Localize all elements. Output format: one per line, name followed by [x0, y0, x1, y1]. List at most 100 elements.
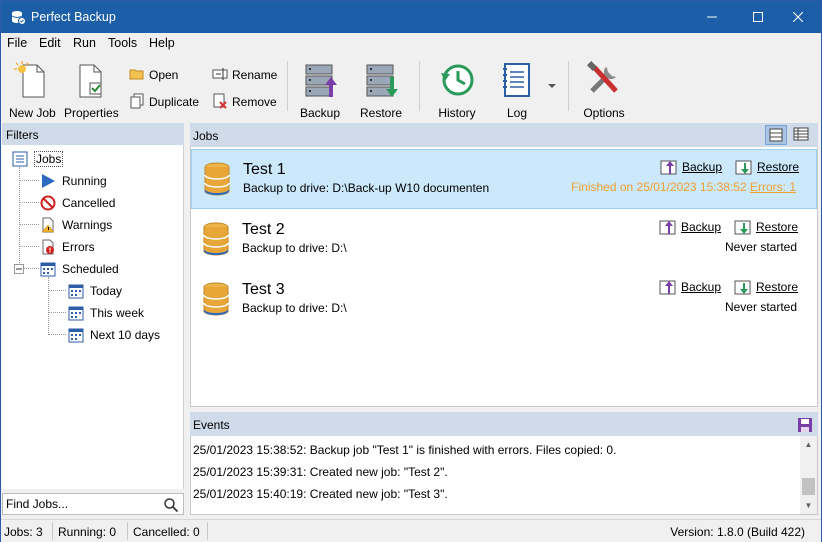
log-label: Log — [506, 106, 528, 120]
minimize-button[interactable] — [689, 1, 735, 33]
menu-help[interactable]: Help — [149, 36, 175, 50]
events-header: Events — [190, 412, 818, 436]
options-button[interactable]: Options — [582, 59, 626, 120]
backup-server-icon — [305, 64, 337, 97]
status-separator — [207, 522, 208, 540]
log-button[interactable]: Log — [495, 59, 539, 120]
calendar-icon — [40, 262, 56, 277]
job-row[interactable]: Test 2 Backup to drive: D:\ Backup Resto… — [191, 210, 817, 270]
folder-open-icon — [129, 69, 144, 80]
search-icon[interactable] — [163, 497, 179, 513]
job-description: Backup to drive: D:\ — [242, 301, 347, 315]
tree-connector — [19, 167, 20, 269]
job-row[interactable]: Test 3 Backup to drive: D:\ Backup Resto… — [191, 270, 817, 330]
tree-connector — [48, 277, 49, 335]
events-header-label: Events — [193, 418, 230, 432]
close-button[interactable] — [775, 1, 821, 33]
collapse-toggle[interactable] — [14, 263, 24, 274]
window-title: Perfect Backup — [31, 10, 116, 24]
menu-edit[interactable]: Edit — [39, 36, 61, 50]
job-name: Test 3 — [242, 281, 285, 298]
tools-icon — [587, 61, 618, 93]
event-row: 25/01/2023 15:40:19: Created new job: "T… — [193, 487, 448, 501]
filter-label: Cancelled — [62, 196, 116, 210]
find-jobs-box — [2, 493, 184, 515]
play-icon — [42, 174, 55, 188]
status-separator — [127, 522, 128, 540]
properties-button[interactable]: Properties — [64, 59, 119, 120]
scroll-up-arrow-icon[interactable]: ▲ — [800, 436, 817, 453]
view-large-button[interactable] — [765, 125, 787, 145]
options-label: Options — [583, 106, 625, 120]
database-icon — [203, 282, 229, 316]
calendar-icon — [68, 306, 84, 321]
error-document-icon — [42, 239, 54, 255]
restore-arrow-icon — [735, 160, 752, 175]
backup-arrow-icon — [660, 160, 677, 175]
duplicate-icon — [130, 93, 144, 109]
status-cancelled: Cancelled: 0 — [133, 525, 200, 539]
toolbar-separator — [568, 61, 569, 111]
tree-connector — [48, 290, 66, 291]
app-window: Perfect Backup File Edit Run Tools Help … — [0, 0, 822, 542]
filter-label: Errors — [62, 240, 95, 254]
cancel-icon — [40, 195, 56, 211]
minus-icon — [14, 264, 24, 274]
menu-file[interactable]: File — [7, 36, 27, 50]
job-backup-label: Backup — [681, 280, 722, 294]
scroll-thumb[interactable] — [802, 478, 815, 495]
event-row: 25/01/2023 15:38:52: Backup job "Test 1"… — [193, 443, 617, 457]
job-backup-label: Backup — [682, 160, 723, 174]
toolbar: New Job Properties Open Duplicate Rename — [1, 53, 821, 120]
tree-connector — [48, 334, 66, 335]
app-icon — [11, 11, 26, 25]
details-table-icon — [793, 127, 809, 141]
jobs-list: Test 1 Backup to drive: D:\Back-up W10 d… — [190, 147, 818, 407]
job-restore-label: Restore — [757, 160, 800, 174]
history-button[interactable]: History — [435, 59, 479, 120]
view-details-button[interactable] — [791, 125, 813, 145]
save-icon[interactable] — [797, 417, 813, 433]
filter-label: Today — [90, 284, 123, 298]
log-dropdown-icon[interactable] — [546, 81, 558, 91]
backup-button[interactable]: Backup — [298, 59, 342, 120]
toolbar-separator — [419, 61, 420, 111]
filters-tree: Jobs Running Cancelled Warnings Errors S… — [2, 145, 184, 489]
job-errors-link[interactable]: Errors: 1 — [750, 180, 796, 194]
restore-server-icon — [366, 64, 398, 97]
menu-tools[interactable]: Tools — [108, 36, 137, 50]
remove-icon — [213, 93, 227, 109]
job-restore-label: Restore — [756, 280, 799, 294]
menu-run[interactable]: Run — [73, 36, 96, 50]
title-bar[interactable]: Perfect Backup — [1, 1, 821, 33]
maximize-icon — [753, 12, 763, 22]
new-job-button[interactable]: New Job — [9, 59, 56, 120]
scroll-down-arrow-icon[interactable]: ▼ — [800, 497, 817, 514]
history-clock-icon — [441, 64, 474, 96]
tree-connector — [19, 224, 39, 225]
large-rows-icon — [769, 128, 783, 142]
job-restore-label: Restore — [756, 220, 799, 234]
job-row[interactable]: Test 1 Backup to drive: D:\Back-up W10 d… — [191, 149, 817, 209]
tree-connector — [48, 312, 66, 313]
filter-label: This week — [90, 306, 145, 320]
filter-label: Running — [62, 174, 107, 188]
remove-label: Remove — [232, 95, 277, 109]
events-scrollbar[interactable]: ▲ ▼ — [800, 436, 817, 514]
close-icon — [792, 11, 804, 23]
job-name: Test 2 — [242, 221, 285, 238]
find-jobs-input[interactable] — [6, 496, 156, 512]
database-icon — [204, 162, 230, 196]
status-bar: Jobs: 3 Running: 0 Cancelled: 0 Version:… — [1, 519, 821, 542]
properties-icon — [79, 64, 102, 98]
tree-connector — [24, 268, 39, 269]
job-status: Finished on 25/01/2023 15:38:52 Errors: … — [571, 180, 796, 194]
jobs-list-icon — [12, 151, 28, 167]
open-label: Open — [149, 68, 179, 82]
restore-button[interactable]: Restore — [359, 59, 403, 120]
job-status: Never started — [724, 240, 797, 254]
filter-label: Warnings — [62, 218, 113, 232]
status-running: Running: 0 — [58, 525, 117, 539]
status-jobs: Jobs: 3 — [4, 525, 43, 539]
jobs-header: Jobs — [190, 123, 818, 147]
